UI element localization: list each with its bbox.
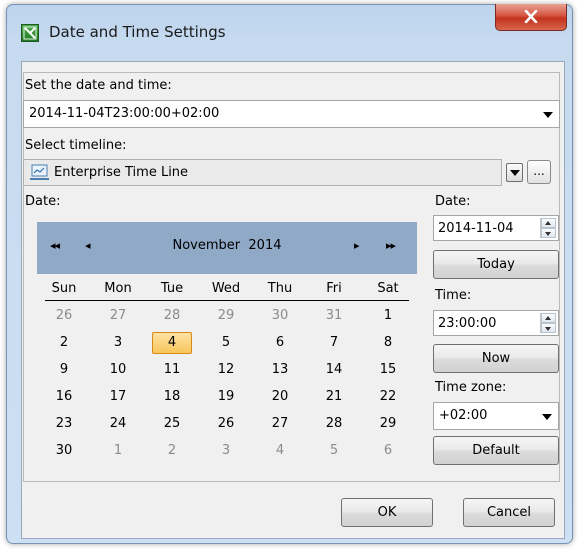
month-year-title: November 2014 xyxy=(37,238,417,253)
timeline-field[interactable]: Enterprise Time Line xyxy=(23,159,502,186)
ok-button[interactable]: OK xyxy=(341,498,433,527)
next-year-button[interactable]: ▸▸ xyxy=(386,239,396,253)
spin-up-icon[interactable] xyxy=(541,218,556,228)
calendar-day[interactable]: 3 xyxy=(199,440,253,462)
calendar-day[interactable]: 31 xyxy=(307,305,361,327)
weekday-divider xyxy=(45,300,409,301)
weekday-header: Thu xyxy=(267,281,293,296)
calendar-day[interactable]: 20 xyxy=(253,386,307,408)
spin-down-icon[interactable] xyxy=(541,323,556,333)
next-month-button[interactable]: ▸ xyxy=(354,239,359,253)
datetime-label: Set the date and time: xyxy=(25,78,172,93)
timeline-label: Select timeline: xyxy=(25,138,127,153)
side-controls: Date: 2014-11-04 Today Time: 23:00:00 No… xyxy=(433,62,563,482)
spin-down-icon[interactable] xyxy=(541,228,556,238)
calendar-day[interactable]: 29 xyxy=(199,305,253,327)
calendar-day[interactable]: 25 xyxy=(145,413,199,435)
weekday-header-row: Sun Mon Tue Wed Thu Fri Sat xyxy=(37,278,417,300)
year-value: 2014 xyxy=(248,238,282,253)
today-button[interactable]: Today xyxy=(433,250,559,279)
month-name: November xyxy=(172,238,241,253)
calendar-day[interactable]: 27 xyxy=(91,305,145,327)
time-value: 23:00:00 xyxy=(438,316,497,331)
calendar-day[interactable]: 28 xyxy=(307,413,361,435)
calendar-day[interactable]: 7 xyxy=(307,332,361,354)
calendar-day[interactable]: 1 xyxy=(361,305,415,327)
calendar-day[interactable]: 2 xyxy=(145,440,199,462)
close-button[interactable] xyxy=(495,4,567,31)
calendar-day[interactable]: 26 xyxy=(199,413,253,435)
calendar-day[interactable]: 6 xyxy=(253,332,307,354)
now-button[interactable]: Now xyxy=(433,344,559,373)
calendar-header: ◂◂ ◂ November 2014 ▸ ▸▸ xyxy=(37,222,417,274)
date-spinner-field[interactable]: 2014-11-04 xyxy=(433,215,559,241)
calendar-day[interactable]: 9 xyxy=(37,359,91,381)
calendar-day[interactable]: 8 xyxy=(361,332,415,354)
calendar-day[interactable]: 5 xyxy=(199,332,253,354)
calendar-day[interactable]: 19 xyxy=(199,386,253,408)
calendar-day[interactable]: 30 xyxy=(37,440,91,462)
calendar-day[interactable]: 3 xyxy=(91,332,145,354)
calendar-day[interactable]: 24 xyxy=(91,413,145,435)
weekday-header: Wed xyxy=(211,281,241,296)
calendar-day[interactable]: 4 xyxy=(253,440,307,462)
date-spinner[interactable] xyxy=(540,218,556,238)
cancel-button[interactable]: Cancel xyxy=(463,498,555,527)
calendar-date-label: Date: xyxy=(25,194,61,209)
calendar-day[interactable]: 28 xyxy=(145,305,199,327)
spin-up-icon[interactable] xyxy=(541,313,556,323)
weekday-header: Sun xyxy=(51,281,77,296)
datetime-value: 2014-11-04T23:00:00+02:00 xyxy=(29,106,220,121)
calendar-day[interactable]: 17 xyxy=(91,386,145,408)
close-icon xyxy=(524,10,538,23)
calendar-day[interactable]: 26 xyxy=(37,305,91,327)
weekday-header: Tue xyxy=(160,281,184,296)
timezone-value: +02:00 xyxy=(439,408,488,423)
weekday-header: Mon xyxy=(104,281,132,296)
time-spinner-field[interactable]: 23:00:00 xyxy=(433,310,559,336)
calendar-day[interactable]: 22 xyxy=(361,386,415,408)
dialog-window: Date and Time Settings Set the date and … xyxy=(6,4,573,544)
timezone-label: Time zone: xyxy=(435,380,507,395)
time-label: Time: xyxy=(435,288,472,303)
app-icon xyxy=(21,24,39,42)
timezone-combo[interactable]: +02:00 xyxy=(433,402,559,430)
dialog-content: Set the date and time: 2014-11-04T23:00:… xyxy=(21,61,565,539)
default-button[interactable]: Default xyxy=(433,436,559,465)
calendar-day[interactable]: 23 xyxy=(37,413,91,435)
timeline-icon xyxy=(30,164,49,180)
calendar-day[interactable]: 1 xyxy=(91,440,145,462)
weekday-header: Fri xyxy=(326,281,342,296)
calendar-day[interactable]: 13 xyxy=(253,359,307,381)
calendar-day[interactable]: 2 xyxy=(37,332,91,354)
calendar-day[interactable]: 29 xyxy=(361,413,415,435)
calendar-day-selected[interactable]: 4 xyxy=(152,332,192,354)
calendar: ◂◂ ◂ November 2014 ▸ ▸▸ Sun Mon Tue Wed … xyxy=(37,222,417,472)
calendar-day[interactable]: 10 xyxy=(91,359,145,381)
calendar-day[interactable]: 11 xyxy=(145,359,199,381)
calendar-grid: Sun Mon Tue Wed Thu Fri Sat 26 27 28 29 30 31… xyxy=(37,274,417,472)
side-date-label: Date: xyxy=(435,194,471,209)
calendar-day[interactable]: 27 xyxy=(253,413,307,435)
title-bar[interactable]: Date and Time Settings xyxy=(7,4,572,57)
calendar-day[interactable]: 30 xyxy=(253,305,307,327)
timeline-value: Enterprise Time Line xyxy=(54,165,189,180)
calendar-day[interactable]: 16 xyxy=(37,386,91,408)
window-title: Date and Time Settings xyxy=(49,23,226,41)
calendar-day[interactable]: 5 xyxy=(307,440,361,462)
calendar-day[interactable]: 18 xyxy=(145,386,199,408)
calendar-day[interactable]: 6 xyxy=(361,440,415,462)
weekday-header: Sat xyxy=(377,281,399,296)
chevron-down-icon xyxy=(542,414,552,420)
time-spinner[interactable] xyxy=(540,313,556,333)
calendar-day[interactable]: 14 xyxy=(307,359,361,381)
calendar-day[interactable]: 21 xyxy=(307,386,361,408)
date-value: 2014-11-04 xyxy=(438,221,514,236)
calendar-day[interactable]: 12 xyxy=(199,359,253,381)
calendar-day[interactable]: 15 xyxy=(361,359,415,381)
